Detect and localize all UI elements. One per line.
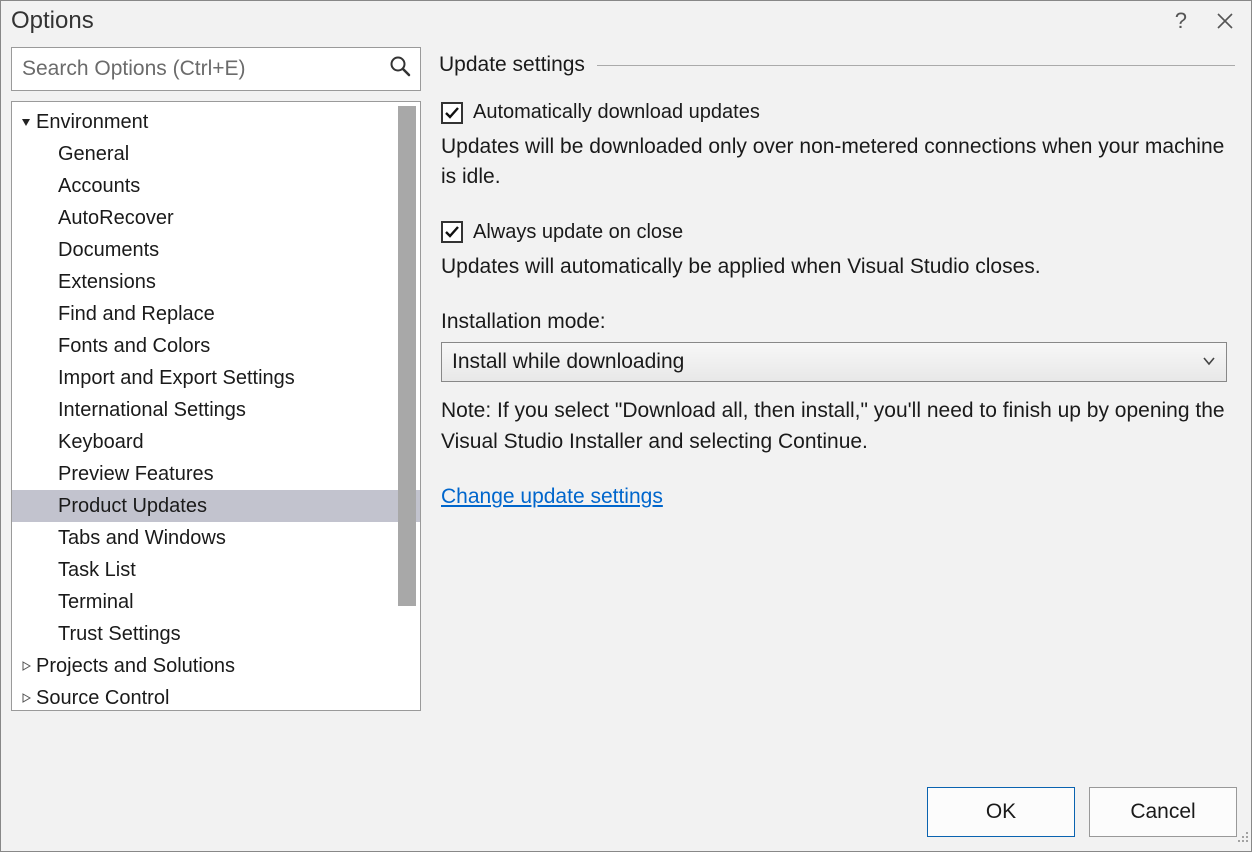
auto-download-description: Updates will be downloaded only over non… [441, 132, 1235, 193]
tree-item-label: Tabs and Windows [58, 522, 226, 554]
tree-item-label: General [58, 138, 129, 170]
update-on-close-label: Always update on close [473, 221, 683, 244]
titlebar: Options ? [1, 1, 1251, 37]
update-on-close-description: Updates will automatically be applied wh… [441, 252, 1235, 282]
tree-item[interactable]: Documents [12, 234, 420, 266]
auto-download-label: Automatically download updates [473, 101, 760, 124]
tree-item-label: Preview Features [58, 458, 214, 490]
tree-item-label: Documents [58, 234, 159, 266]
tree-item-label: AutoRecover [58, 202, 174, 234]
tree-item[interactable]: Product Updates [12, 490, 420, 522]
change-update-settings-link[interactable]: Change update settings [441, 485, 663, 508]
tree-item-label: Task List [58, 554, 136, 586]
checkbox-icon [441, 221, 463, 243]
close-icon[interactable] [1215, 11, 1235, 31]
tree-item-label: Trust Settings [58, 618, 181, 650]
tree-scrollbar[interactable] [398, 106, 416, 606]
chevron-down-icon [1202, 351, 1216, 374]
tree-item-label: Accounts [58, 170, 140, 202]
tree-item[interactable]: Trust Settings [12, 618, 420, 650]
section-rule [597, 65, 1235, 66]
options-tree: EnvironmentGeneralAccountsAutoRecoverDoc… [11, 101, 421, 711]
ok-button[interactable]: OK [927, 787, 1075, 837]
tree-item-label: Import and Export Settings [58, 362, 295, 394]
resize-grip-icon[interactable] [1235, 826, 1249, 849]
caret-right-icon [20, 693, 32, 703]
tree-item[interactable]: Accounts [12, 170, 420, 202]
settings-panel: Update settings Automatically download u… [439, 47, 1241, 711]
tree-item[interactable]: Preview Features [12, 458, 420, 490]
tree-item-label: Projects and Solutions [36, 650, 235, 682]
cancel-button[interactable]: Cancel [1089, 787, 1237, 837]
tree-item[interactable]: Environment [12, 106, 420, 138]
help-icon[interactable]: ? [1175, 8, 1187, 34]
tree-item[interactable]: Extensions [12, 266, 420, 298]
tree-item-label: Find and Replace [58, 298, 215, 330]
search-input[interactable] [12, 51, 420, 87]
tree-item[interactable]: Source Control [12, 682, 420, 711]
tree-item-label: Extensions [58, 266, 156, 298]
tree-item-label: Environment [36, 106, 148, 138]
tree-item-label: International Settings [58, 394, 246, 426]
search-input-wrapper [11, 47, 421, 91]
install-mode-value: Install while downloading [452, 350, 684, 374]
tree-item[interactable]: AutoRecover [12, 202, 420, 234]
search-icon[interactable] [388, 54, 412, 84]
update-on-close-checkbox-row[interactable]: Always update on close [441, 221, 1235, 244]
window-title: Options [11, 7, 94, 35]
tree-item[interactable]: Import and Export Settings [12, 362, 420, 394]
tree-item-label: Fonts and Colors [58, 330, 210, 362]
tree-item[interactable]: Fonts and Colors [12, 330, 420, 362]
tree-item-label: Keyboard [58, 426, 144, 458]
tree-item-label: Terminal [58, 586, 134, 618]
dialog-footer: OK Cancel [927, 787, 1237, 837]
tree-item[interactable]: Projects and Solutions [12, 650, 420, 682]
auto-download-checkbox-row[interactable]: Automatically download updates [441, 101, 1235, 124]
caret-right-icon [20, 661, 32, 671]
checkbox-icon [441, 102, 463, 124]
tree-item[interactable]: Find and Replace [12, 298, 420, 330]
tree-item[interactable]: Keyboard [12, 426, 420, 458]
tree-item[interactable]: General [12, 138, 420, 170]
section-header: Update settings [439, 53, 1235, 77]
tree-item[interactable]: Terminal [12, 586, 420, 618]
section-heading: Update settings [439, 53, 585, 77]
install-mode-combobox[interactable]: Install while downloading [441, 342, 1227, 382]
install-mode-note: Note: If you select "Download all, then … [441, 396, 1235, 457]
tree-item[interactable]: Tabs and Windows [12, 522, 420, 554]
install-mode-label: Installation mode: [441, 310, 1235, 334]
tree-item-label: Source Control [36, 682, 169, 711]
caret-down-icon [20, 117, 32, 127]
tree-item[interactable]: International Settings [12, 394, 420, 426]
window-controls: ? [1175, 8, 1241, 34]
tree-item-label: Product Updates [58, 490, 207, 522]
tree-item[interactable]: Task List [12, 554, 420, 586]
